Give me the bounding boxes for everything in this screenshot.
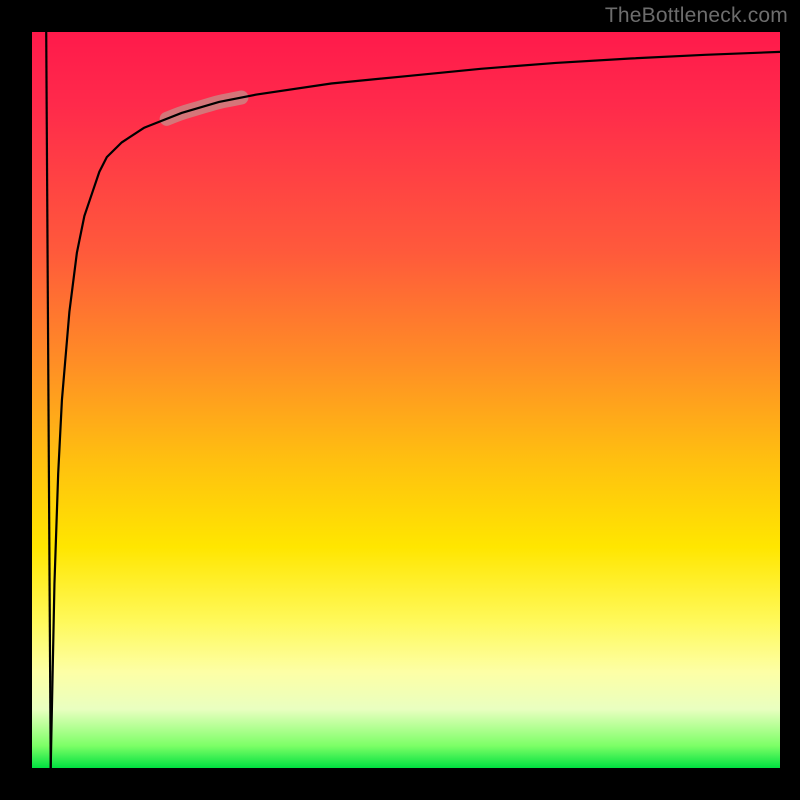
watermark-text: TheBottleneck.com [605, 4, 788, 28]
curve-layer [32, 32, 780, 768]
plot-area [32, 32, 780, 768]
bottleneck-curve [46, 32, 780, 768]
chart-stage: TheBottleneck.com [0, 0, 800, 800]
highlight-segment [167, 98, 242, 119]
